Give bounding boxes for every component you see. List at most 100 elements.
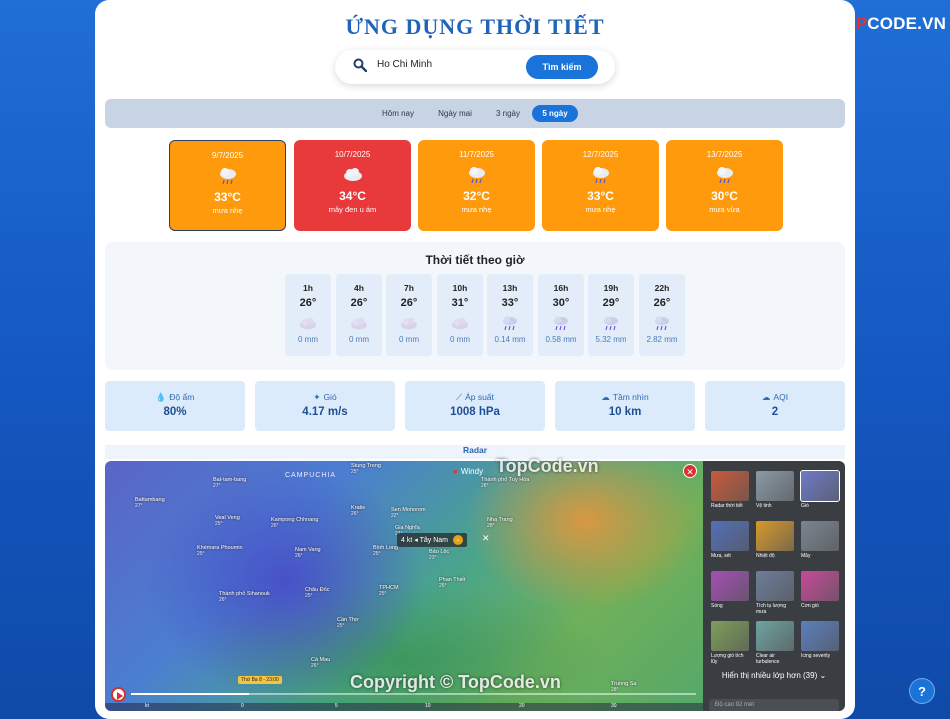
layer-thumbnail: [711, 521, 749, 551]
scale-label: 10: [425, 703, 431, 709]
radar-title: Radar: [105, 445, 845, 459]
day-card[interactable]: 13/7/2025 30°C mưa vừa: [666, 140, 783, 231]
layer-option[interactable]: Clear air turbulence: [756, 621, 796, 665]
layer-option[interactable]: Mưa, sét: [711, 521, 751, 559]
map-place-label: Stung Treng 25°: [351, 463, 381, 475]
map-place-label: Veal Veng 25°: [215, 515, 240, 527]
hour-card: 10h 31° 0 mm: [437, 274, 483, 356]
scale-label: 30: [611, 703, 617, 709]
layer-option[interactable]: Lượng gió tích lũy: [711, 621, 751, 665]
watermark: Copyright © TopCode.vn: [350, 672, 561, 692]
wind-icon: ✦: [313, 392, 321, 402]
forecast-tabs: Hôm nay Ngày mai 3 ngày 5 ngày: [105, 99, 845, 128]
layer-option[interactable]: Vệ tinh: [756, 471, 796, 509]
tab-today[interactable]: Hôm nay: [373, 105, 423, 122]
map-place-label: Cà Mau 26°: [311, 657, 331, 669]
map-place-label: Sen Monorom 22°: [391, 507, 426, 519]
layer-thumbnail: [800, 470, 840, 502]
layer-option[interactable]: Sóng: [711, 571, 751, 609]
map-place-label: Battambang 27°: [135, 497, 165, 509]
stat-card: ☁ Tầm nhìn 10 km: [555, 381, 695, 431]
layer-option[interactable]: Nhiệt độ: [756, 521, 796, 559]
hour-card: 7h 26° 0 mm: [386, 274, 432, 356]
layer-thumbnail: [801, 621, 839, 651]
close-map-button[interactable]: ✕: [683, 464, 697, 478]
layer-thumbnail: [801, 571, 839, 601]
cloud-icon: [437, 315, 483, 331]
map-place-label: TPHCM 25°: [379, 585, 399, 597]
close-popup-icon[interactable]: ✕: [482, 533, 490, 544]
droplet-icon: 💧: [155, 392, 167, 402]
windy-brand: Windy: [453, 467, 483, 476]
gauge-icon: ⟋: [456, 392, 463, 402]
layer-thumbnail: [711, 621, 749, 651]
more-layers-button[interactable]: Hiển thị nhiều lớp hơn (39) ⌄: [713, 671, 835, 680]
map-place-label: Bình Long 25°: [373, 545, 399, 557]
map-place-label: Nha Trang 28°: [487, 517, 513, 529]
hour-card: 1h 26° 0 mm: [285, 274, 331, 356]
scale-label: 20: [519, 703, 525, 709]
map-place-label: Thành phố Tuy Hòa 28°: [481, 477, 530, 489]
layer-option[interactable]: Cơn gió: [801, 571, 841, 609]
layer-thumbnail: [756, 471, 794, 501]
layer-option[interactable]: Mây: [801, 521, 841, 559]
eye-icon: ☁: [601, 392, 610, 402]
rain-cloud-icon: [538, 315, 584, 331]
altitude-field[interactable]: Độ cao 92 mét: [709, 699, 839, 711]
layer-option[interactable]: Gió: [800, 470, 841, 509]
layer-panel: Radar thời tiết Vệ tinh Gió Mưa, sét Nhiệt đ…: [703, 461, 845, 711]
hourly-title: Thời tiết theo giờ: [425, 253, 525, 267]
tab-3-days[interactable]: 3 ngày: [486, 105, 530, 122]
stat-card: ⟋ Áp suất 1008 hPa: [405, 381, 545, 431]
stat-card: ☁ AQI 2: [705, 381, 845, 431]
hour-card: 19h 29° 5.32 mm: [588, 274, 634, 356]
cloud-icon: [285, 315, 331, 331]
layer-option[interactable]: Radar thời tiết: [711, 471, 751, 509]
rain-cloud-icon: [542, 165, 659, 185]
page-title: ỨNG DỤNG THỜI TIẾT: [345, 14, 605, 39]
search-input[interactable]: [377, 59, 517, 70]
hourly-forecast: Thời tiết theo giờ 1h 26° 0 mm 4h 26° 0 mm 7h 2…: [105, 242, 845, 370]
map-place-label: Kratie 26°: [351, 505, 366, 517]
scale-label: 5: [335, 703, 338, 709]
day-card[interactable]: 9/7/2025 33°C mưa nhẹ: [169, 140, 286, 231]
play-button[interactable]: [111, 687, 126, 702]
chevron-down-icon[interactable]: ⌄: [452, 535, 463, 545]
rain-cloud-icon: [418, 165, 535, 185]
map-place-label: Bảo Lộc 23°: [429, 549, 450, 561]
hour-card: 13h 33° 0.14 mm: [487, 274, 533, 356]
rain-cloud-icon: [666, 165, 783, 185]
day-card[interactable]: 12/7/2025 33°C mưa nhẹ: [542, 140, 659, 231]
layer-thumbnail: [711, 471, 749, 501]
wind-popup[interactable]: 4 kt ◂ Tây Nam ⌄: [397, 533, 467, 547]
rain-cloud-icon: [487, 315, 533, 331]
wind-scale: kt 0 5 10 20 30: [105, 703, 703, 711]
map-place-label: Thành phố Sihanouk 26°: [219, 591, 270, 603]
hour-card: 22h 26° 2.82 mm: [639, 274, 685, 356]
help-button[interactable]: ?: [909, 678, 935, 704]
map-place-label: Phan Thiết 26°: [439, 577, 466, 589]
day-card[interactable]: 10/7/2025 34°C mây đen u ám: [294, 140, 411, 231]
hour-card: 4h 26° 0 mm: [336, 274, 382, 356]
search-box: Tìm kiếm: [335, 50, 615, 84]
scale-label: 0: [241, 703, 244, 709]
layer-option[interactable]: Icing severity: [801, 621, 841, 659]
layer-thumbnail: [801, 521, 839, 551]
layer-option[interactable]: Tích tụ lượng mưa: [756, 571, 796, 615]
tab-tomorrow[interactable]: Ngày mai: [429, 105, 481, 122]
tab-5-days[interactable]: 5 ngày: [532, 105, 578, 122]
map-place-label: Kampong Chhnang 26°: [271, 517, 319, 529]
search-button[interactable]: Tìm kiếm: [526, 55, 598, 79]
map-place-label: Bat-tam-bang 27°: [213, 477, 247, 489]
stat-card: 💧 Độ ẩm 80%: [105, 381, 245, 431]
layer-thumbnail: [711, 571, 749, 601]
day-card[interactable]: 11/7/2025 32°C mưa nhẹ: [418, 140, 535, 231]
cloud-icon: [336, 315, 382, 331]
timeline-tag: Thứ Ba 8 - 23:00: [238, 676, 282, 684]
layer-thumbnail: [756, 571, 794, 601]
rain-cloud-icon: [639, 315, 685, 331]
chevron-down-icon: ⌄: [819, 671, 827, 680]
watermark: TopCode.vn: [496, 456, 599, 476]
map-place-label: Cần Thơ 25°: [337, 617, 359, 629]
rain-cloud-icon: [170, 166, 285, 186]
